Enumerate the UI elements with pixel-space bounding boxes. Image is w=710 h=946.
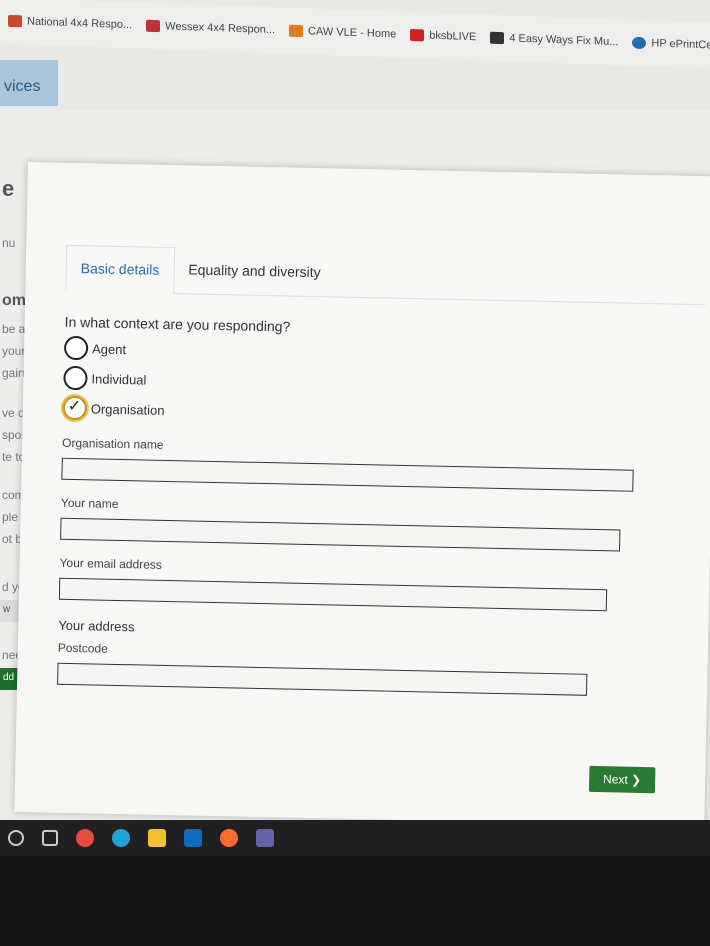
services-tab[interactable]: vices [0,60,58,106]
tab-basic-details[interactable]: Basic details [65,244,175,295]
bookmark-bksblive[interactable]: bksbLIVE [410,28,476,43]
page-icon [490,31,505,45]
radio-agent[interactable] [63,335,89,361]
modal-tabs: Basic details Equality and diversity [65,244,707,306]
teams-icon[interactable] [256,829,274,847]
tab-equality-diversity[interactable]: Equality and diversity [174,247,335,296]
option-label: Individual [91,370,147,388]
title-fragment: e [2,176,15,201]
search-icon[interactable] [8,830,24,846]
org-name-input[interactable] [61,457,634,492]
your-name-input[interactable] [60,517,621,552]
text-fragment: your [2,344,26,358]
bookmark-fix-mu[interactable]: 4 Easy Ways Fix Mu... [490,31,618,48]
edge-icon[interactable] [112,829,130,847]
flag-icon [8,14,22,28]
monitor-bezel [0,856,710,946]
moodle-icon [289,24,304,38]
chrome-icon[interactable] [76,829,94,847]
windows-taskbar [0,820,710,856]
task-view-icon[interactable] [42,830,58,846]
bookmark-national[interactable]: National 4x4 Respo... [8,14,132,31]
file-explorer-icon[interactable] [148,829,166,847]
text-fragment: nu [2,236,16,250]
hp-icon [632,36,647,50]
option-organisation[interactable]: Organisation [62,395,703,433]
radio-organisation[interactable] [62,395,88,421]
outlook-icon[interactable] [184,829,202,847]
bksb-icon [410,28,425,42]
bookmark-hp-eprint[interactable]: HP ePrintCe [632,36,710,51]
bookmarks-bar: National 4x4 Respo... Wessex 4x4 Respon.… [0,0,710,69]
browser-screen: National 4x4 Respo... Wessex 4x4 Respon.… [0,0,710,820]
flag-icon [146,19,161,33]
option-label: Agent [91,340,127,357]
firefox-icon[interactable] [220,829,238,847]
email-input[interactable] [58,577,608,612]
response-modal: Basic details Equality and diversity In … [14,162,710,820]
radio-individual[interactable] [63,365,88,391]
option-label: Organisation [90,400,165,418]
modal-content: Basic details Equality and diversity In … [57,244,707,698]
next-button[interactable]: Next ❯ [588,765,656,794]
postcode-input[interactable] [57,662,588,696]
bookmark-wessex[interactable]: Wessex 4x4 Respon... [146,19,275,36]
bookmark-caw-vle[interactable]: CAW VLE - Home [289,24,396,40]
